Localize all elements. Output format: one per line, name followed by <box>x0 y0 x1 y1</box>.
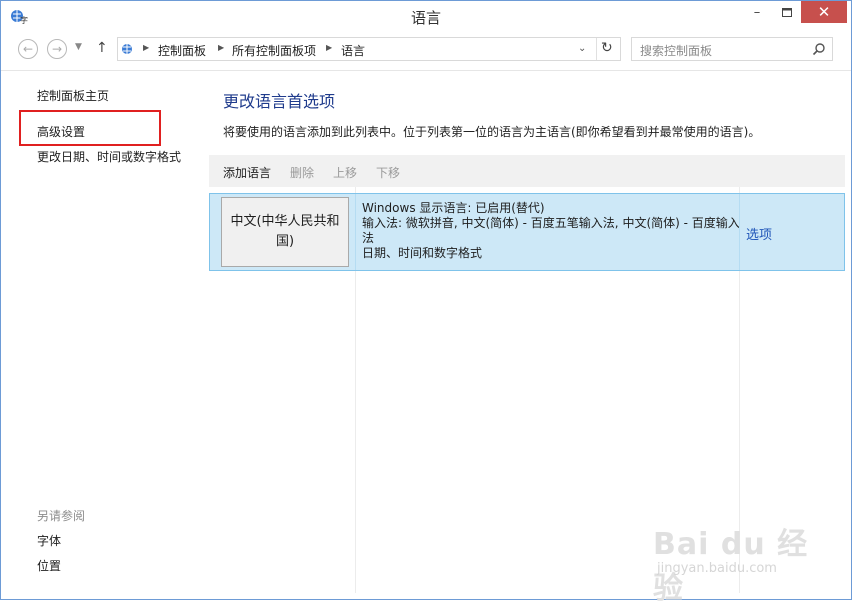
back-button[interactable]: ← <box>18 39 38 59</box>
up-arrow-icon[interactable]: ↑ <box>96 40 108 56</box>
breadcrumb-all-items[interactable]: 所有控制面板项 <box>232 42 316 59</box>
row-divider <box>355 194 356 270</box>
language-toolbar: 添加语言 删除 上移 下移 <box>209 155 845 187</box>
sidebar-item-location[interactable]: 位置 <box>37 557 61 574</box>
address-divider <box>596 38 597 60</box>
row-divider <box>739 194 740 270</box>
move-down-button[interactable]: 下移 <box>376 164 400 181</box>
search-placeholder: 搜索控制面板 <box>640 44 713 58</box>
minimize-button[interactable]: – <box>743 1 771 23</box>
breadcrumb-control-panel[interactable]: 控制面板 <box>158 42 206 59</box>
maximize-button[interactable] <box>773 1 801 23</box>
page-title: 更改语言首选项 <box>223 92 336 111</box>
maximize-icon <box>782 7 792 17</box>
refresh-icon[interactable]: ↻ <box>601 40 613 56</box>
address-dropdown-chevron-icon[interactable]: ⌄ <box>578 43 586 54</box>
language-row[interactable]: 中文(中华人民共和国) Windows 显示语言: 已启用(替代) 输入法: 微… <box>209 193 845 271</box>
window-title: 语言 <box>410 9 441 27</box>
forward-button[interactable]: → <box>47 39 67 59</box>
breadcrumb-language[interactable]: 语言 <box>341 42 365 59</box>
see-also-heading: 另请参阅 <box>37 509 86 523</box>
navigation-row: ← → ▼ ↑ ▶ 控制面板 ▶ 所有控制面板项 ▶ 语言 ⌄ ↻ 搜索控制面板 <box>1 34 851 64</box>
add-language-button[interactable]: 添加语言 <box>223 164 271 181</box>
breadcrumb-separator-icon[interactable]: ▶ <box>326 43 332 52</box>
sidebar-item-home[interactable]: 控制面板主页 <box>37 87 109 104</box>
watermark-url: jingyan.baidu.com <box>657 561 777 576</box>
language-details: Windows 显示语言: 已启用(替代) 输入法: 微软拼音, 中文(简体) … <box>362 201 740 261</box>
display-language-status: Windows 显示语言: 已启用(替代) <box>362 201 545 215</box>
options-link[interactable]: 选项 <box>746 224 772 243</box>
breadcrumb-separator-icon[interactable]: ▶ <box>218 43 224 52</box>
baidu-watermark: Bai du 经验 jingyan.baidu.com <box>653 513 813 606</box>
breadcrumb-separator-icon[interactable]: ▶ <box>143 43 149 52</box>
language-location-icon <box>122 44 132 54</box>
format-info: 日期、时间和数字格式 <box>362 246 483 260</box>
recent-locations-chevron-icon[interactable]: ▼ <box>75 42 82 52</box>
sidebar-item-fonts[interactable]: 字体 <box>37 532 61 549</box>
back-arrow-icon: ← <box>22 42 34 56</box>
close-button[interactable]: ✕ <box>801 1 847 23</box>
search-input[interactable]: 搜索控制面板 <box>631 37 833 61</box>
address-bar[interactable]: ▶ 控制面板 ▶ 所有控制面板项 ▶ 语言 ⌄ ↻ <box>117 37 621 61</box>
header-divider <box>1 70 851 71</box>
search-icon[interactable] <box>812 42 826 56</box>
page-description: 将要使用的语言添加到此列表中。位于列表第一位的语言为主语言(即你希望看到并最常使… <box>223 125 761 139</box>
sidebar-item-datetime-format[interactable]: 更改日期、时间或数字格式 <box>37 148 181 165</box>
title-bar[interactable]: 字 语言 – ✕ <box>1 1 851 32</box>
move-up-button[interactable]: 上移 <box>333 164 357 181</box>
input-methods: 输入法: 微软拼音, 中文(简体) - 百度五笔输入法, 中文(简体) - 百度… <box>362 216 740 245</box>
forward-arrow-icon: → <box>51 42 63 56</box>
language-window: 字 语言 – ✕ ← → ▼ ↑ ▶ 控制面板 ▶ 所有控制面板项 ▶ 语言 ⌄… <box>0 0 852 606</box>
language-name-button[interactable]: 中文(中华人民共和国) <box>221 197 349 267</box>
remove-button[interactable]: 删除 <box>290 164 314 181</box>
highlight-annotation <box>19 110 161 146</box>
